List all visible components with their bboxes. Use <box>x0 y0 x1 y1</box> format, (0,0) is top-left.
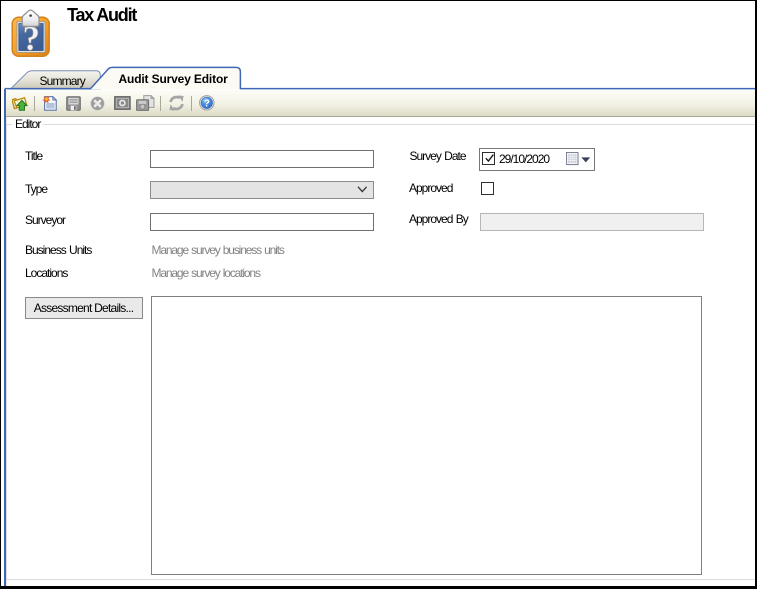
svg-text:?: ? <box>203 98 209 109</box>
svg-text:?: ? <box>22 19 40 58</box>
